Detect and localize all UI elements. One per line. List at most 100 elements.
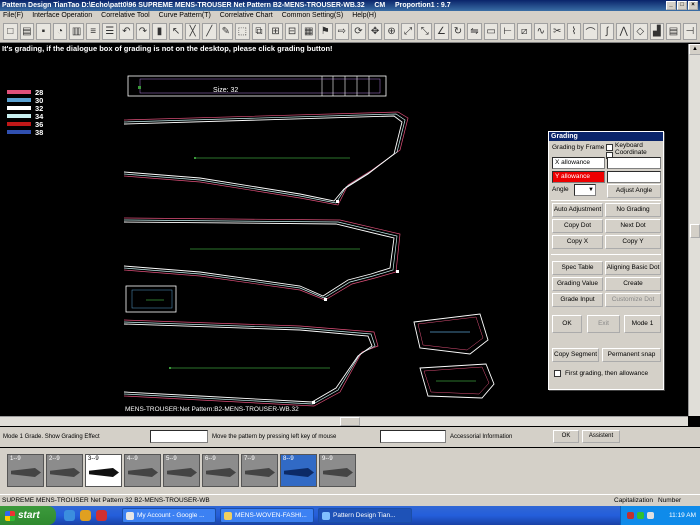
assistant-button[interactable]: Assistent xyxy=(582,430,620,443)
front-panel-piece[interactable] xyxy=(123,111,409,206)
facing-piece-1[interactable] xyxy=(413,313,489,355)
spec-table-button[interactable]: Spec Table xyxy=(552,261,603,275)
scroll-up-icon[interactable]: ▲ xyxy=(689,44,700,55)
pattern-thumbnail[interactable]: 5--9 xyxy=(163,454,200,487)
curve-icon[interactable]: ∫ xyxy=(599,23,615,40)
grade-input-button[interactable]: Grade Input xyxy=(552,293,603,307)
status-ok-button[interactable]: OK xyxy=(553,430,579,443)
copy-x-button[interactable]: Copy X xyxy=(552,235,603,249)
media-quicklaunch-icon[interactable] xyxy=(80,510,91,521)
minimize-button[interactable]: _ xyxy=(666,1,676,10)
zoom-icon[interactable]: ⊕ xyxy=(384,23,399,40)
right-arrow-icon[interactable]: ⇨ xyxy=(334,23,350,40)
paste-icon[interactable]: ⊞ xyxy=(268,23,283,40)
pattern-thumbnail[interactable]: 9--9 xyxy=(319,454,356,487)
x-allowance-field[interactable]: X allowance xyxy=(552,157,605,169)
undo-icon[interactable]: ↶ xyxy=(119,23,134,40)
flag-icon[interactable]: ⚑ xyxy=(317,23,333,40)
angle-select[interactable]: ▼ xyxy=(574,184,596,196)
copy-dot-button[interactable]: Copy Dot xyxy=(552,219,603,233)
tray-security-icon[interactable] xyxy=(627,512,634,519)
stack-icon[interactable]: ≡ xyxy=(85,23,101,40)
vertical-scroll-thumb[interactable] xyxy=(690,224,700,238)
stitch-icon[interactable]: ∿ xyxy=(533,23,549,40)
menu-help[interactable]: Help(H) xyxy=(352,11,376,21)
copy-segment-button[interactable]: Copy Segment xyxy=(552,348,599,362)
status-input-2[interactable] xyxy=(380,430,446,443)
copy-y-button[interactable]: Copy Y xyxy=(605,235,661,249)
app-quicklaunch-icon[interactable] xyxy=(96,510,107,521)
rotate-icon[interactable]: ↻ xyxy=(450,23,466,40)
arc-icon[interactable]: ⌒ xyxy=(583,23,598,40)
scissors-icon[interactable]: ✂ xyxy=(550,23,565,40)
y-allowance-field[interactable]: Y allowance xyxy=(552,171,605,183)
maximize-button[interactable]: □ xyxy=(677,1,687,10)
tray-network-icon[interactable] xyxy=(637,512,644,519)
menu-curve-pattern[interactable]: Curve Pattern(T) xyxy=(159,11,211,21)
expand-icon[interactable]: ⤡ xyxy=(417,23,433,40)
menu-interface-operation[interactable]: Interface Operation xyxy=(32,11,92,21)
task-google-account[interactable]: My Account - Google ... xyxy=(122,508,216,523)
create-button[interactable]: Create xyxy=(605,277,661,291)
import-icon[interactable]: ▥ xyxy=(69,23,84,40)
menu-file[interactable]: File(F) xyxy=(3,11,23,21)
horizontal-scroll-thumb[interactable] xyxy=(340,417,360,426)
browser-quicklaunch-icon[interactable] xyxy=(64,510,75,521)
menu-correlative-tool[interactable]: Correlative Tool xyxy=(101,11,150,21)
start-button[interactable]: start xyxy=(0,506,56,525)
grade-icon[interactable]: ⧄ xyxy=(516,23,532,40)
menu-correlative-chart[interactable]: Correlative Chart xyxy=(220,11,273,21)
dart-icon[interactable]: ◇ xyxy=(632,23,648,40)
line-icon[interactable]: ╱ xyxy=(201,23,217,40)
pattern-thumbnail[interactable]: 6--9 xyxy=(202,454,239,487)
grid-icon[interactable]: ▦ xyxy=(301,23,316,40)
aligning-basic-dot-button[interactable]: Aligning Basic Dot xyxy=(605,261,661,275)
fit-icon[interactable]: ⤢ xyxy=(400,23,416,40)
y-allowance-value[interactable] xyxy=(607,171,661,183)
pattern-thumbnail[interactable]: 1--9 xyxy=(7,454,44,487)
grade-table-icon[interactable]: ▤ xyxy=(666,23,681,40)
horizontal-scrollbar[interactable] xyxy=(0,416,688,426)
pattern-thumbnail[interactable]: 4--9 xyxy=(124,454,161,487)
back-panel-piece[interactable] xyxy=(123,217,401,301)
ruler-icon[interactable]: ⊣ xyxy=(682,23,698,40)
bars-icon[interactable]: ▮ xyxy=(152,23,167,40)
lasso-icon[interactable]: ⟳ xyxy=(351,23,366,40)
lower-panel-piece[interactable] xyxy=(123,319,379,407)
tray-volume-icon[interactable] xyxy=(647,512,654,519)
pencil-icon[interactable]: ✎ xyxy=(218,23,234,40)
pattern-thumbnail[interactable]: 8--9 xyxy=(280,454,317,487)
dialog-ok-button[interactable]: OK xyxy=(552,315,582,333)
adjust-angle-button[interactable]: Adjust Angle xyxy=(607,184,661,198)
vertical-scrollbar[interactable]: ▲ xyxy=(688,44,700,416)
angle-icon[interactable]: ∠ xyxy=(434,23,449,40)
pocket-piece[interactable] xyxy=(125,285,177,313)
measure-icon[interactable]: ⊢ xyxy=(500,23,515,40)
menu-common-setting[interactable]: Common Setting(S) xyxy=(282,11,343,21)
new-icon[interactable]: □ xyxy=(3,23,18,40)
cross-icon[interactable]: ╳ xyxy=(185,23,200,40)
split-icon[interactable]: ⊟ xyxy=(284,23,300,40)
chart-icon[interactable]: ▟ xyxy=(649,23,665,40)
pattern-thumbnail[interactable]: 7--9 xyxy=(241,454,278,487)
grading-by-frame-checkbox[interactable] xyxy=(606,144,613,151)
digitize-icon[interactable]: ◔ xyxy=(52,23,68,40)
move-icon[interactable]: ✥ xyxy=(367,23,383,40)
dialog-exit-button[interactable]: Exit xyxy=(587,315,620,333)
pattern-thumbnail[interactable]: 3--9 xyxy=(85,454,122,487)
waistband-piece[interactable] xyxy=(127,75,387,97)
task-mens-woven[interactable]: MENS-WOVEN-FASHI... xyxy=(220,508,314,523)
customize-dot-button[interactable]: Customize Dot xyxy=(605,293,661,307)
close-button[interactable]: × xyxy=(688,1,698,10)
open-icon[interactable]: ▤ xyxy=(19,23,35,40)
next-dot-button[interactable]: Next Dot xyxy=(605,219,661,233)
task-pattern-design[interactable]: Pattern Design Tian... xyxy=(318,508,412,523)
pleat-icon[interactable]: ⋀ xyxy=(616,23,631,40)
status-input-1[interactable] xyxy=(150,430,208,443)
mirror-icon[interactable]: ⇋ xyxy=(467,23,482,40)
notch-icon[interactable]: ⌇ xyxy=(566,23,582,40)
list-icon[interactable]: ☰ xyxy=(102,23,118,40)
pattern-thumbnail[interactable]: 2--9 xyxy=(46,454,83,487)
permanent-snap-button[interactable]: Permanent snap xyxy=(602,348,661,362)
x-allowance-value[interactable] xyxy=(607,157,661,169)
